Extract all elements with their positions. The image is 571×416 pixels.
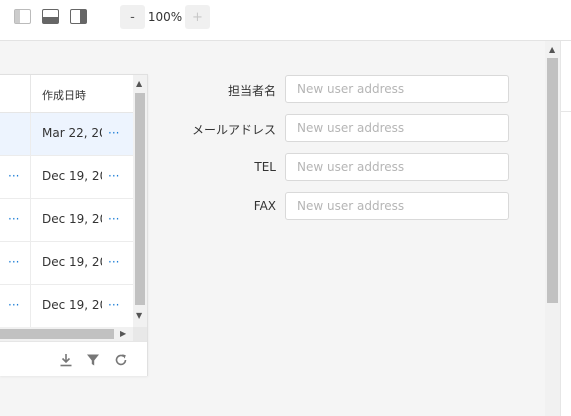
table-row[interactable]: ··· Dec 19, 2022 ··· [0, 199, 133, 242]
scroll-right-arrow-icon[interactable]: ▶ [120, 329, 126, 338]
table-row[interactable]: ··· Dec 19, 2022 ··· [0, 156, 133, 199]
row-menu-button[interactable]: ··· [8, 298, 19, 312]
table-vertical-scrollbar[interactable]: ▲ ▼ [133, 75, 147, 327]
column-divider [30, 285, 31, 328]
field-label-email: メールアドレス [191, 123, 276, 137]
row-more-button[interactable]: ··· [108, 298, 119, 312]
panel-bottom-layout-icon[interactable] [42, 9, 59, 24]
row-more-button[interactable]: ··· [108, 126, 119, 140]
column-divider [30, 199, 31, 242]
sidebar-right-layout-icon[interactable] [70, 9, 87, 24]
divider [561, 111, 571, 112]
row-more-button[interactable]: ··· [108, 255, 119, 269]
row-more-button[interactable]: ··· [108, 169, 119, 183]
row-created-date: Dec 19, 2022 [42, 255, 102, 269]
row-created-date: Dec 19, 2022 [42, 298, 102, 312]
scrollbar-thumb[interactable] [547, 58, 558, 303]
scroll-down-arrow-icon[interactable]: ▼ [136, 311, 142, 320]
page-vertical-scrollbar[interactable]: ▲ [545, 41, 560, 416]
records-table-panel: 作成日時 ··· Mar 22, 2023 ··· ··· Dec 19, 20… [0, 74, 148, 376]
table-horizontal-scrollbar[interactable]: ▶ [0, 327, 133, 341]
table-header: 作成日時 [0, 75, 133, 113]
zoom-control: - 100% + [120, 5, 210, 29]
scroll-up-arrow-icon[interactable]: ▲ [136, 79, 142, 88]
field-label-tel: TEL [254, 160, 276, 174]
row-menu-button[interactable]: ··· [8, 169, 19, 183]
column-divider [30, 156, 31, 199]
fax-input[interactable] [285, 192, 509, 220]
scrollbar-corner [133, 327, 147, 341]
table-row[interactable]: ··· Dec 19, 2022 ··· [0, 285, 133, 328]
table-footer-toolbar [0, 341, 147, 376]
row-more-button[interactable]: ··· [108, 212, 119, 226]
row-menu-button[interactable]: ··· [8, 212, 19, 226]
filter-icon[interactable] [86, 352, 100, 366]
tel-input[interactable] [285, 153, 509, 181]
column-divider [30, 242, 31, 285]
email-input[interactable] [285, 114, 509, 142]
sidebar-left-layout-icon[interactable] [14, 9, 31, 24]
column-divider [30, 75, 31, 113]
field-label-fax: FAX [253, 199, 276, 213]
column-divider [30, 113, 31, 156]
contact-person-input[interactable] [285, 75, 509, 103]
refresh-icon[interactable] [114, 352, 128, 366]
table-row[interactable]: ··· Dec 19, 2022 ··· [0, 242, 133, 285]
scrollbar-thumb[interactable] [0, 329, 114, 339]
scrollbar-thumb[interactable] [135, 93, 145, 305]
row-created-date: Dec 19, 2022 [42, 212, 102, 226]
field-label-contact-person: 担当者名 [227, 84, 276, 98]
scroll-up-arrow-icon[interactable]: ▲ [549, 45, 555, 54]
download-icon[interactable] [59, 352, 73, 367]
column-header-created-at[interactable]: 作成日時 [42, 87, 86, 103]
zoom-level: 100% [147, 10, 183, 24]
row-created-date: Mar 22, 2023 [42, 126, 102, 140]
row-menu-button[interactable]: ··· [8, 255, 19, 269]
table-row[interactable]: ··· Mar 22, 2023 ··· [0, 113, 133, 156]
zoom-out-button[interactable]: - [120, 5, 145, 29]
row-created-date: Dec 19, 2022 [42, 169, 102, 183]
zoom-in-button[interactable]: + [185, 5, 210, 29]
top-toolbar: - 100% + [0, 0, 571, 41]
right-side-panel-edge [560, 41, 571, 416]
